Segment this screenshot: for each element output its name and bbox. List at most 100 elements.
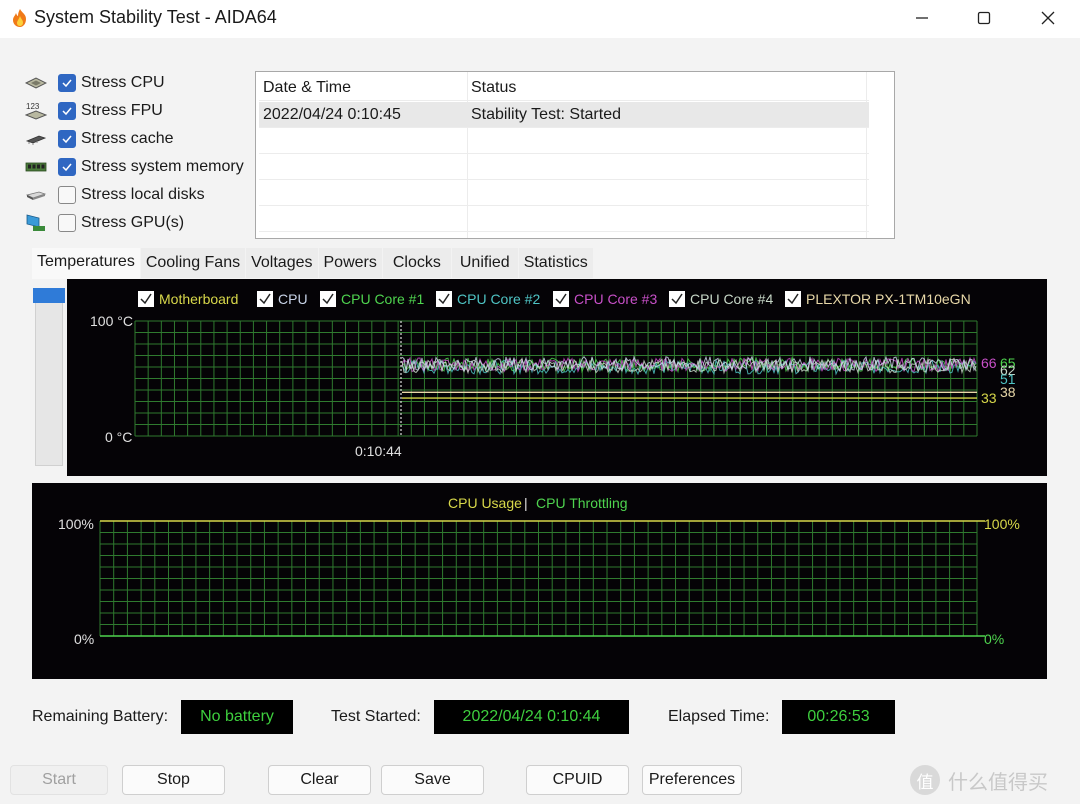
clear-button-label: Clear: [300, 771, 339, 788]
stress-gpu-label: Stress GPU(s): [81, 214, 185, 231]
legend-checkbox[interactable]: [257, 291, 273, 307]
stress-memory-label: Stress system memory: [81, 158, 244, 175]
log-header: Date & Time Status: [259, 75, 869, 101]
maximize-icon: [977, 11, 991, 25]
maximize-button[interactable]: [952, 0, 1016, 36]
clear-button[interactable]: Clear: [268, 765, 371, 795]
log-row[interactable]: 2022/04/24 0:10:45 Stability Test: Start…: [259, 102, 869, 128]
legend-checkbox[interactable]: [320, 291, 336, 307]
stress-memory-checkbox[interactable]: [58, 158, 76, 176]
tab-cooling-fans[interactable]: Cooling Fans: [140, 248, 246, 278]
legend-checkbox[interactable]: [553, 291, 569, 307]
stress-fpu-option[interactable]: 123 Stress FPU: [24, 98, 163, 124]
tab-temperatures[interactable]: Temperatures: [32, 248, 140, 279]
current-value-label: 33: [981, 390, 997, 406]
stress-fpu-checkbox[interactable]: [58, 102, 76, 120]
temperature-series: [401, 355, 977, 399]
legend-checkbox[interactable]: [436, 291, 452, 307]
temperature-legend: Motherboard CPU CPU Core #1 CPU Core #2 CPU …: [138, 291, 971, 307]
usage-grid: [99, 520, 978, 637]
cpu-chip-icon: [24, 72, 48, 94]
log-row-empty: [259, 180, 869, 206]
preferences-button-label: Preferences: [648, 771, 736, 788]
sensor-scrollbar-thumb[interactable]: [33, 288, 65, 303]
flame-icon: [13, 9, 26, 27]
current-value-label: 66: [981, 355, 997, 371]
minimize-icon: [916, 17, 928, 19]
legend-label: PLEXTOR PX-1TM10eGN: [806, 291, 971, 307]
stress-cache-option[interactable]: Stress cache: [24, 126, 173, 152]
legend-checkbox[interactable]: [669, 291, 685, 307]
cpu-usage-graph: CPU Usage | CPU Throttling 100% 0% 100% …: [32, 483, 1047, 679]
column-header-datetime[interactable]: Date & Time: [259, 75, 351, 101]
watermark-badge: 值: [910, 765, 940, 795]
log-row-empty: [259, 128, 869, 154]
stress-disks-checkbox[interactable]: [58, 186, 76, 204]
legend-label: CPU Core #1: [341, 291, 424, 307]
legend-cpu-usage: CPU Usage: [448, 495, 522, 511]
svg-text:123: 123: [26, 102, 40, 111]
stop-button[interactable]: Stop: [122, 765, 225, 795]
legend-separator: |: [524, 495, 528, 511]
start-button[interactable]: Start: [10, 765, 108, 795]
minimize-button[interactable]: [890, 0, 954, 36]
temperature-grid: [134, 320, 978, 437]
memory-module-icon: [24, 156, 48, 178]
tab-voltages[interactable]: Voltages: [246, 248, 318, 278]
test-started-value: 2022/04/24 0:10:44: [434, 700, 629, 734]
legend-checkbox[interactable]: [138, 291, 154, 307]
log-row-empty: [259, 154, 869, 180]
y-max-label: 100 °C: [90, 313, 133, 329]
sensor-scrollbar-track[interactable]: [35, 290, 63, 466]
legend-cpu-throttling: CPU Throttling: [536, 495, 628, 511]
legend-checkbox[interactable]: [785, 291, 801, 307]
stress-memory-option[interactable]: Stress system memory: [24, 154, 244, 180]
legend-label: CPU Core #2: [457, 291, 540, 307]
left-max-label: 100%: [58, 516, 94, 532]
tab-statistics[interactable]: Statistics: [518, 248, 593, 278]
save-button[interactable]: Save: [381, 765, 484, 795]
left-min-label: 0%: [74, 631, 94, 647]
close-button[interactable]: [1016, 0, 1080, 36]
cpuid-button-label: CPUID: [552, 771, 603, 788]
temperature-graph: Motherboard CPU CPU Core #1 CPU Core #2 CPU …: [67, 279, 1047, 476]
current-value-label: 38: [1000, 384, 1016, 400]
battery-label: Remaining Battery:: [32, 708, 169, 725]
stress-cpu-label: Stress CPU: [81, 74, 165, 91]
cpu-usage-graph-svg: CPU Usage | CPU Throttling 100% 0% 100% …: [58, 495, 1020, 647]
legend-label: CPU Core #4: [690, 291, 773, 307]
event-log-list[interactable]: Date & Time Status 2022/04/24 0:10:45 St…: [255, 71, 895, 239]
stress-disks-option[interactable]: Stress local disks: [24, 182, 205, 208]
column-header-status[interactable]: Status: [467, 75, 516, 101]
stress-gpu-checkbox[interactable]: [58, 214, 76, 232]
tab-powers[interactable]: Powers: [318, 248, 382, 278]
current-values: 66 6562513833: [981, 355, 1016, 406]
fpu-123-icon: 123: [24, 100, 48, 122]
stress-cache-checkbox[interactable]: [58, 130, 76, 148]
y-min-label: 0 °C: [105, 429, 132, 445]
gpu-card-icon: [24, 212, 48, 234]
disk-drive-icon: [24, 184, 48, 206]
elapsed-time-value: 00:26:53: [782, 700, 895, 734]
right-min-label: 0%: [984, 631, 1004, 647]
watermark-text: 什么值得买: [948, 771, 1048, 794]
window-content: Stress CPU 123 Stress FPU Stress cache S…: [0, 38, 1080, 804]
tab-unified[interactable]: Unified: [451, 248, 518, 278]
graph-tabs: Temperatures Cooling Fans Voltages Power…: [32, 248, 594, 279]
log-row-empty: [259, 206, 869, 232]
window-title: System Stability Test - AIDA64: [34, 7, 277, 27]
stop-button-label: Stop: [157, 771, 190, 788]
stress-gpu-option[interactable]: Stress GPU(s): [24, 210, 184, 236]
stress-cpu-option[interactable]: Stress CPU: [24, 70, 165, 96]
preferences-button[interactable]: Preferences: [642, 765, 742, 795]
battery-value: No battery: [181, 700, 293, 734]
elapsed-time-label: Elapsed Time:: [668, 708, 770, 725]
save-button-label: Save: [414, 771, 451, 788]
log-status: Stability Test: Started: [471, 106, 621, 123]
stress-cpu-checkbox[interactable]: [58, 74, 76, 92]
temperature-graph-svg: Motherboard CPU CPU Core #1 CPU Core #2 CPU …: [90, 291, 1016, 459]
cpuid-button[interactable]: CPUID: [526, 765, 629, 795]
tab-clocks[interactable]: Clocks: [382, 248, 451, 278]
legend-label: CPU Core #3: [574, 291, 657, 307]
legend-label: Motherboard: [159, 291, 238, 307]
